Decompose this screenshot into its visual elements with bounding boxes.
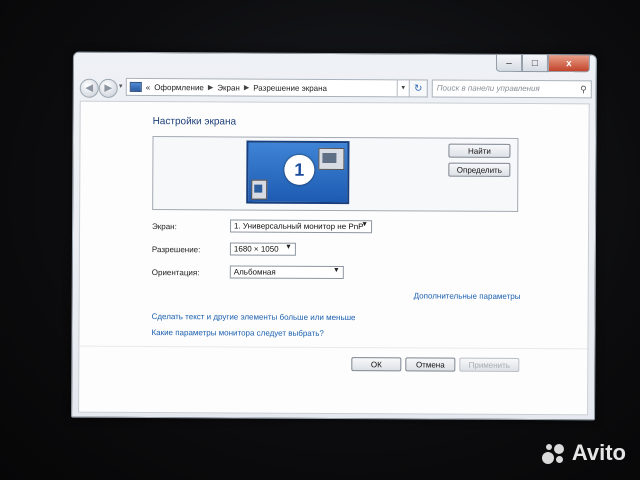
breadcrumb-overflow[interactable]: « [146,83,151,92]
close-button[interactable]: x [547,55,590,73]
cancel-button[interactable]: Отмена [405,357,456,372]
chevron-right-icon[interactable]: ▶ [208,83,213,91]
chevron-down-icon: ▼ [332,266,340,275]
maximize-button[interactable]: □ [521,54,548,73]
breadcrumb-appearance[interactable]: Оформление [154,83,204,92]
avito-logo-icon [541,442,568,464]
minimize-button[interactable]: – [495,54,522,72]
monitor-number-badge: 1 [284,154,315,185]
orientation-select-value: Альбомная [233,267,276,277]
address-dropdown-button[interactable]: ▼ [397,79,410,98]
display-select[interactable]: 1. Универсальный монитор не PnP ▼ [230,219,373,234]
avito-watermark: Avito [541,440,626,466]
back-arrow-icon: ◀ [85,82,94,94]
refresh-button[interactable]: ↻ [409,79,428,98]
chevron-down-icon: ▼ [361,221,369,229]
window-controls: – □ x [495,54,590,73]
recent-pages-dropdown[interactable]: ▼ [118,84,124,90]
display-preview: 1 Найти Определить [152,136,519,212]
find-button[interactable]: Найти [448,143,511,158]
text-size-link[interactable]: Сделать текст и другие элементы больше и… [152,312,356,322]
resolution-label: Разрешение: [151,245,201,255]
forward-button[interactable]: ▶ [98,78,118,98]
search-input[interactable]: Поиск в панели управления ⚲ [431,79,592,99]
forward-arrow-icon: ▶ [104,82,113,94]
address-bar[interactable]: « Оформление ▶ Экран ▶ Разрешение экрана [125,77,398,98]
search-icon[interactable]: ⚲ [580,84,587,95]
back-button[interactable]: ◀ [79,78,99,98]
avito-wordmark: Avito [571,440,626,465]
apply-button: Применить [459,357,520,372]
divider [79,345,588,350]
window-icon [318,147,345,171]
display-select-value: 1. Универсальный монитор не PnP [234,221,364,232]
breadcrumb-resolution[interactable]: Разрешение экрана [253,83,327,92]
navigation-bar: ◀ ▶ ▼ « Оформление ▶ Экран ▶ Разрешение … [79,77,592,102]
which-settings-link[interactable]: Какие параметры монитора следует выбрать… [151,328,323,338]
chevron-down-icon: ▼ [284,243,292,251]
resolution-select-value: 1680 × 1050 [233,244,279,254]
search-placeholder: Поиск в панели управления [436,83,540,94]
resolution-select[interactable]: 1680 × 1050 ▼ [229,242,296,256]
orientation-select[interactable]: Альбомная ▼ [229,265,344,280]
display-label: Экран: [152,222,177,232]
ok-button[interactable]: ОК [351,357,402,372]
computer-icon [251,179,268,200]
screen-resolution-window: – □ x ◀ ▶ ▼ « Оформление ▶ Экран ▶ Разре… [71,51,597,421]
chevron-right-icon[interactable]: ▶ [244,84,249,92]
advanced-settings-link[interactable]: Дополнительные параметры [414,291,521,301]
monitor-1-tile[interactable]: 1 [246,140,350,205]
orientation-label: Ориентация: [151,268,200,278]
refresh-icon: ↻ [414,82,423,94]
content-pane: Настройки экрана 1 Найти Определить Экра… [78,100,590,416]
breadcrumb-display[interactable]: Экран [217,83,240,92]
control-panel-icon [129,81,142,92]
identify-button[interactable]: Определить [448,162,511,177]
title-bar: – □ x [74,53,596,78]
page-title: Настройки экрана [152,116,237,128]
chevron-down-icon: ▼ [400,85,407,92]
